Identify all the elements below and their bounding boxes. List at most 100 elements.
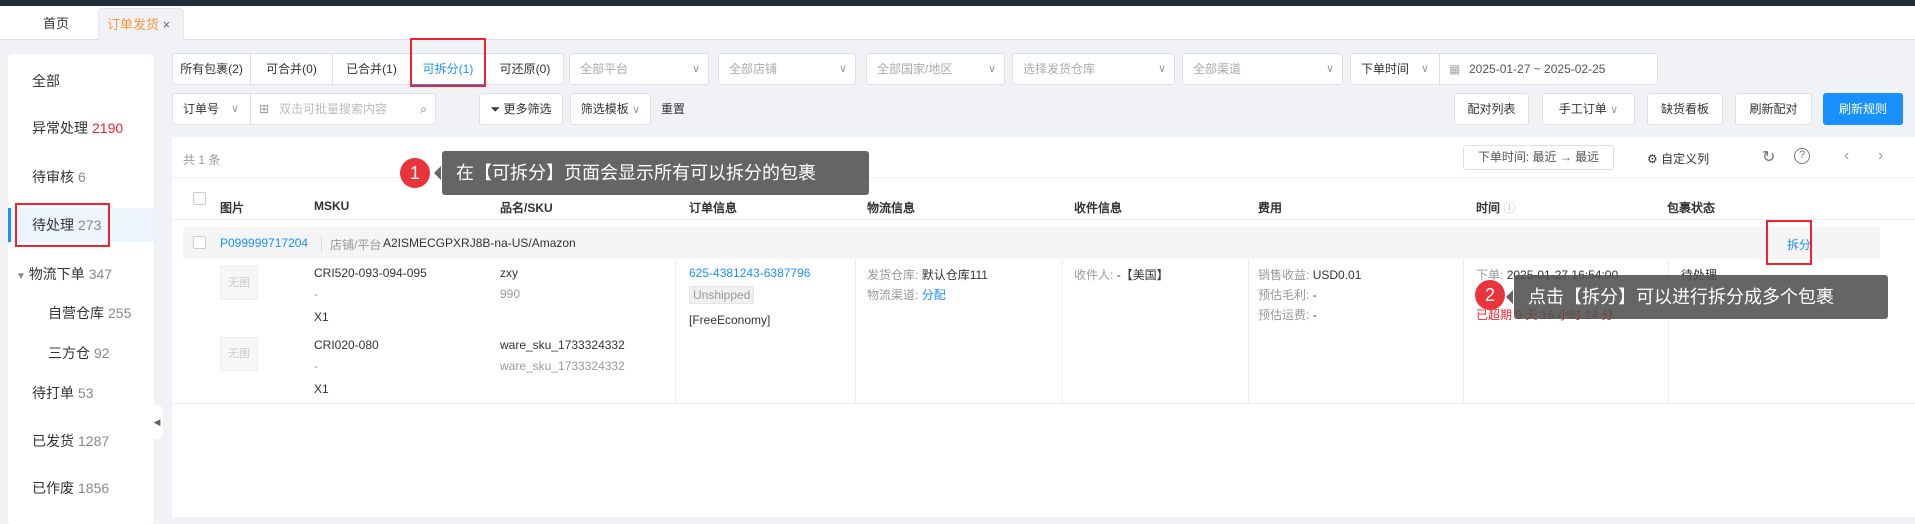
manual-order-button[interactable]: 手工订单 ∨	[1542, 93, 1635, 125]
label: 待审核	[32, 169, 74, 185]
close-icon[interactable]: ×	[163, 17, 171, 32]
count: 347	[88, 266, 113, 282]
more-filters-button[interactable]: ⏷ 更多筛选	[479, 93, 563, 125]
filter-template-select[interactable]: 筛选模板 ∨	[570, 93, 651, 125]
count: 255	[108, 305, 132, 321]
segment-merged[interactable]: 已合并(1)	[333, 54, 411, 86]
prev-page-icon[interactable]: ‹	[1844, 147, 1849, 165]
order-number-link[interactable]: 625-4381243-6387796	[689, 266, 810, 280]
step-badge-1: 1	[400, 158, 430, 188]
package-checkbox[interactable]	[193, 236, 206, 249]
label: 物流渠道:	[867, 288, 919, 302]
segment-all[interactable]: 所有包裹(2)	[173, 54, 251, 86]
search-type-select[interactable]: 订单号	[183, 102, 219, 116]
assign-channel-link[interactable]: 分配	[922, 288, 946, 302]
sidebar: 全部 异常处理 2190 待审核 6 待处理 273 ▼ 物流下单 347 自营仓库 25…	[8, 54, 154, 524]
refresh-rules-button[interactable]: 刷新规则	[1823, 93, 1903, 125]
col-order-info: 订单信息	[689, 201, 738, 215]
search-icon[interactable]: ⌕	[420, 94, 427, 124]
count: 1856	[78, 480, 110, 496]
help-icon[interactable]: ?	[1794, 148, 1810, 164]
refresh-icon[interactable]: ↻	[1762, 147, 1775, 167]
col-package-status: 包裹状态	[1667, 201, 1716, 215]
value: -	[1312, 288, 1317, 302]
date-range-input[interactable]: 2025-01-27 ~ 2025-02-25	[1469, 54, 1605, 84]
sku: ware_sku_1733324332	[500, 359, 625, 373]
custom-columns-button[interactable]: ⚙ 自定义列	[1647, 150, 1709, 167]
col-msku: MSKU	[314, 199, 350, 213]
value: 全部国家/地区	[877, 62, 953, 76]
match-list-button[interactable]: 配对列表	[1454, 93, 1529, 125]
stock-board-button[interactable]: 缺货看板	[1647, 93, 1723, 125]
sidebar-item-voided[interactable]: 已作废 1856	[8, 471, 154, 505]
collapse-sidebar-handle[interactable]: ◀	[151, 405, 163, 439]
select-all-checkbox[interactable]	[193, 192, 206, 205]
label: 销售收益:	[1258, 268, 1310, 282]
revenue: 销售收益: USD0.01	[1258, 266, 1361, 283]
quantity: X1	[314, 310, 329, 324]
sidebar-item-logistics[interactable]: ▼ 物流下单 347	[8, 257, 154, 291]
guide-tooltip-1: 在【可拆分】页面会显示所有可以拆分的包裹	[434, 151, 869, 195]
quantity: X1	[314, 382, 329, 396]
gear-icon: ⚙	[1647, 152, 1658, 166]
sidebar-item-shipped[interactable]: 已发货 1287	[8, 424, 154, 458]
count: 6	[78, 169, 86, 185]
next-page-icon[interactable]: ›	[1878, 147, 1883, 165]
tab-home[interactable]: 首页	[43, 8, 69, 40]
col-image: 图片	[220, 201, 245, 215]
sidebar-item-third-party[interactable]: 三方仓 92	[8, 336, 154, 370]
label: 发货仓库:	[867, 268, 919, 282]
highlight-box	[1766, 220, 1812, 265]
msku-sub: -	[314, 359, 318, 373]
sidebar-item-exception[interactable]: 异常处理 2190	[8, 111, 154, 145]
package-id-link[interactable]: P099999717204	[220, 236, 308, 250]
tab-bar: 首页 订单发货 ×	[0, 6, 1915, 40]
product-name: ware_sku_1733324332	[500, 338, 625, 352]
refresh-match-button[interactable]: 刷新配对	[1735, 93, 1812, 125]
label: 物流下单	[28, 266, 85, 282]
col-name-sku: 品名/SKU	[500, 201, 553, 215]
label: 手工订单	[1558, 102, 1607, 116]
sort-button[interactable]: 下单时间: 最近 → 最远	[1463, 145, 1614, 170]
chevron-down-icon: ∨	[231, 103, 240, 115]
recipient-info: 收件人: -【美国】	[1074, 266, 1169, 283]
reset-link[interactable]: 重置	[661, 93, 685, 125]
label: 预估毛利:	[1258, 288, 1310, 302]
label: 已作废	[32, 480, 74, 496]
help-icon[interactable]: ⓘ	[1503, 201, 1515, 215]
label: 时间	[1476, 201, 1501, 215]
sidebar-item-to-print[interactable]: 待打单 53	[8, 376, 154, 410]
chevron-down-icon: ∨	[987, 63, 996, 75]
tab-order-shipping[interactable]: 订单发货 ×	[98, 8, 184, 40]
sku: 990	[500, 287, 521, 301]
channel-info: 物流渠道: 分配	[867, 286, 946, 303]
time-type-select[interactable]: 下单时间	[1361, 62, 1409, 76]
tab-label: 订单发货	[107, 17, 160, 32]
product-name: zxy	[500, 266, 518, 280]
search-input[interactable]: 双击可批量搜索内容	[279, 94, 387, 124]
sidebar-item-review[interactable]: 待审核 6	[8, 160, 154, 194]
country-select[interactable]: 全部国家/地区 ∨	[866, 53, 1005, 85]
shop-select[interactable]: 全部店铺 ∨	[718, 53, 856, 85]
segment-mergeable[interactable]: 可合并(0)	[251, 54, 333, 86]
label: 异常处理	[32, 120, 88, 136]
label: 自定义列	[1661, 152, 1710, 166]
chevron-down-icon: ∨	[1610, 104, 1619, 116]
platform-select[interactable]: 全部平台 ∨	[569, 53, 709, 85]
segment-restorable[interactable]: 可还原(0)	[486, 54, 564, 86]
sidebar-item-own-warehouse[interactable]: 自营仓库 255	[8, 296, 154, 330]
sidebar-item-all[interactable]: 全部	[8, 64, 154, 98]
value: 默认仓库111	[921, 268, 988, 282]
value: -【美国】	[1116, 268, 1169, 282]
label: 筛选模板	[580, 102, 629, 116]
count: 92	[94, 345, 110, 361]
order-status-tag: Unshipped	[689, 286, 755, 304]
warehouse-select[interactable]: 选择发货仓库 ∨	[1012, 53, 1175, 85]
channel-select[interactable]: 全部渠道 ∨	[1182, 53, 1343, 85]
value: 全部渠道	[1193, 62, 1242, 76]
total-count: 共 1 条	[183, 153, 221, 167]
chevron-down-icon: ∨	[1325, 63, 1334, 75]
label: 更多筛选	[503, 102, 552, 116]
no-image-placeholder: 无图	[220, 266, 258, 300]
label: 待打单	[32, 385, 74, 401]
